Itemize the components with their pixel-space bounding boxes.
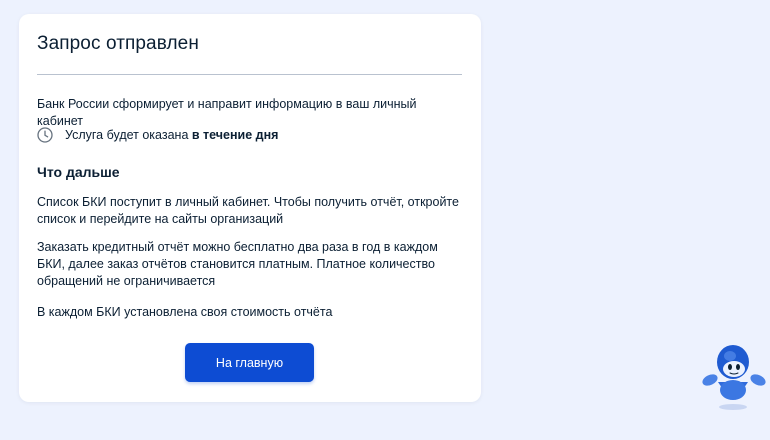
- next-steps-heading: Что дальше: [37, 164, 120, 180]
- clock-icon: [37, 127, 53, 143]
- next-step-paragraph: Заказать кредитный отчёт можно бесплатно…: [37, 240, 438, 288]
- page-title: Запрос отправлен: [37, 33, 199, 54]
- info-text: Банк России сформирует и направит информ…: [37, 97, 417, 128]
- service-time-value: в течение дня: [191, 128, 279, 142]
- next-step-paragraph: Список БКИ поступит в личный кабинет. Чт…: [37, 195, 459, 226]
- robot-assistant-icon[interactable]: [700, 340, 770, 412]
- next-step-paragraph: В каждом БКИ установлена своя стоимость …: [37, 305, 333, 319]
- service-time-row: Услуга будет оказана в течение дня: [37, 126, 278, 144]
- divider: [37, 74, 462, 75]
- home-button[interactable]: На главную: [185, 343, 314, 382]
- result-card: Запрос отправлен Банк России сформирует …: [19, 14, 481, 402]
- service-time-label: Услуга будет оказана в течение дня: [65, 128, 279, 142]
